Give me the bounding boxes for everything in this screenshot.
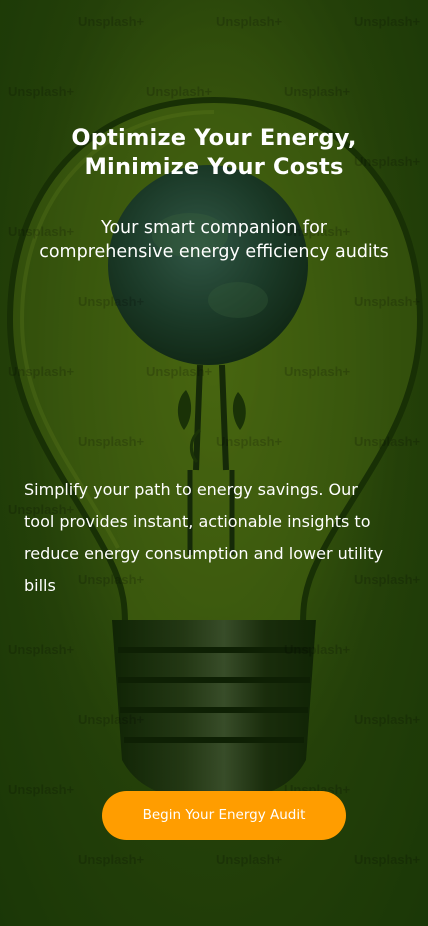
headline-line: Optimize Your Energy, — [71, 125, 357, 151]
hero-screen: Unsplash+ Unsplash+ Unsplash+ Unsplash+ … — [0, 0, 428, 926]
begin-audit-button[interactable]: Begin Your Energy Audit — [102, 791, 346, 840]
description-line: tool provides instant, actionable insigh… — [24, 512, 371, 531]
description-line: bills — [24, 576, 56, 595]
hero-description: Simplify your path to energy savings. Ou… — [24, 474, 414, 602]
description-line: Simplify your path to energy savings. Ou… — [24, 480, 358, 499]
hero-headline: Optimize Your Energy, Minimize Your Cost… — [0, 124, 428, 182]
subheadline-line: Your smart companion for — [100, 218, 327, 238]
description-line: reduce energy consumption and lower util… — [24, 544, 384, 563]
headline-line: Minimize Your Costs — [84, 154, 344, 180]
hero-subheadline: Your smart companion for comprehensive e… — [0, 216, 428, 264]
subheadline-line: comprehensive energy efficiency audits — [39, 242, 389, 262]
